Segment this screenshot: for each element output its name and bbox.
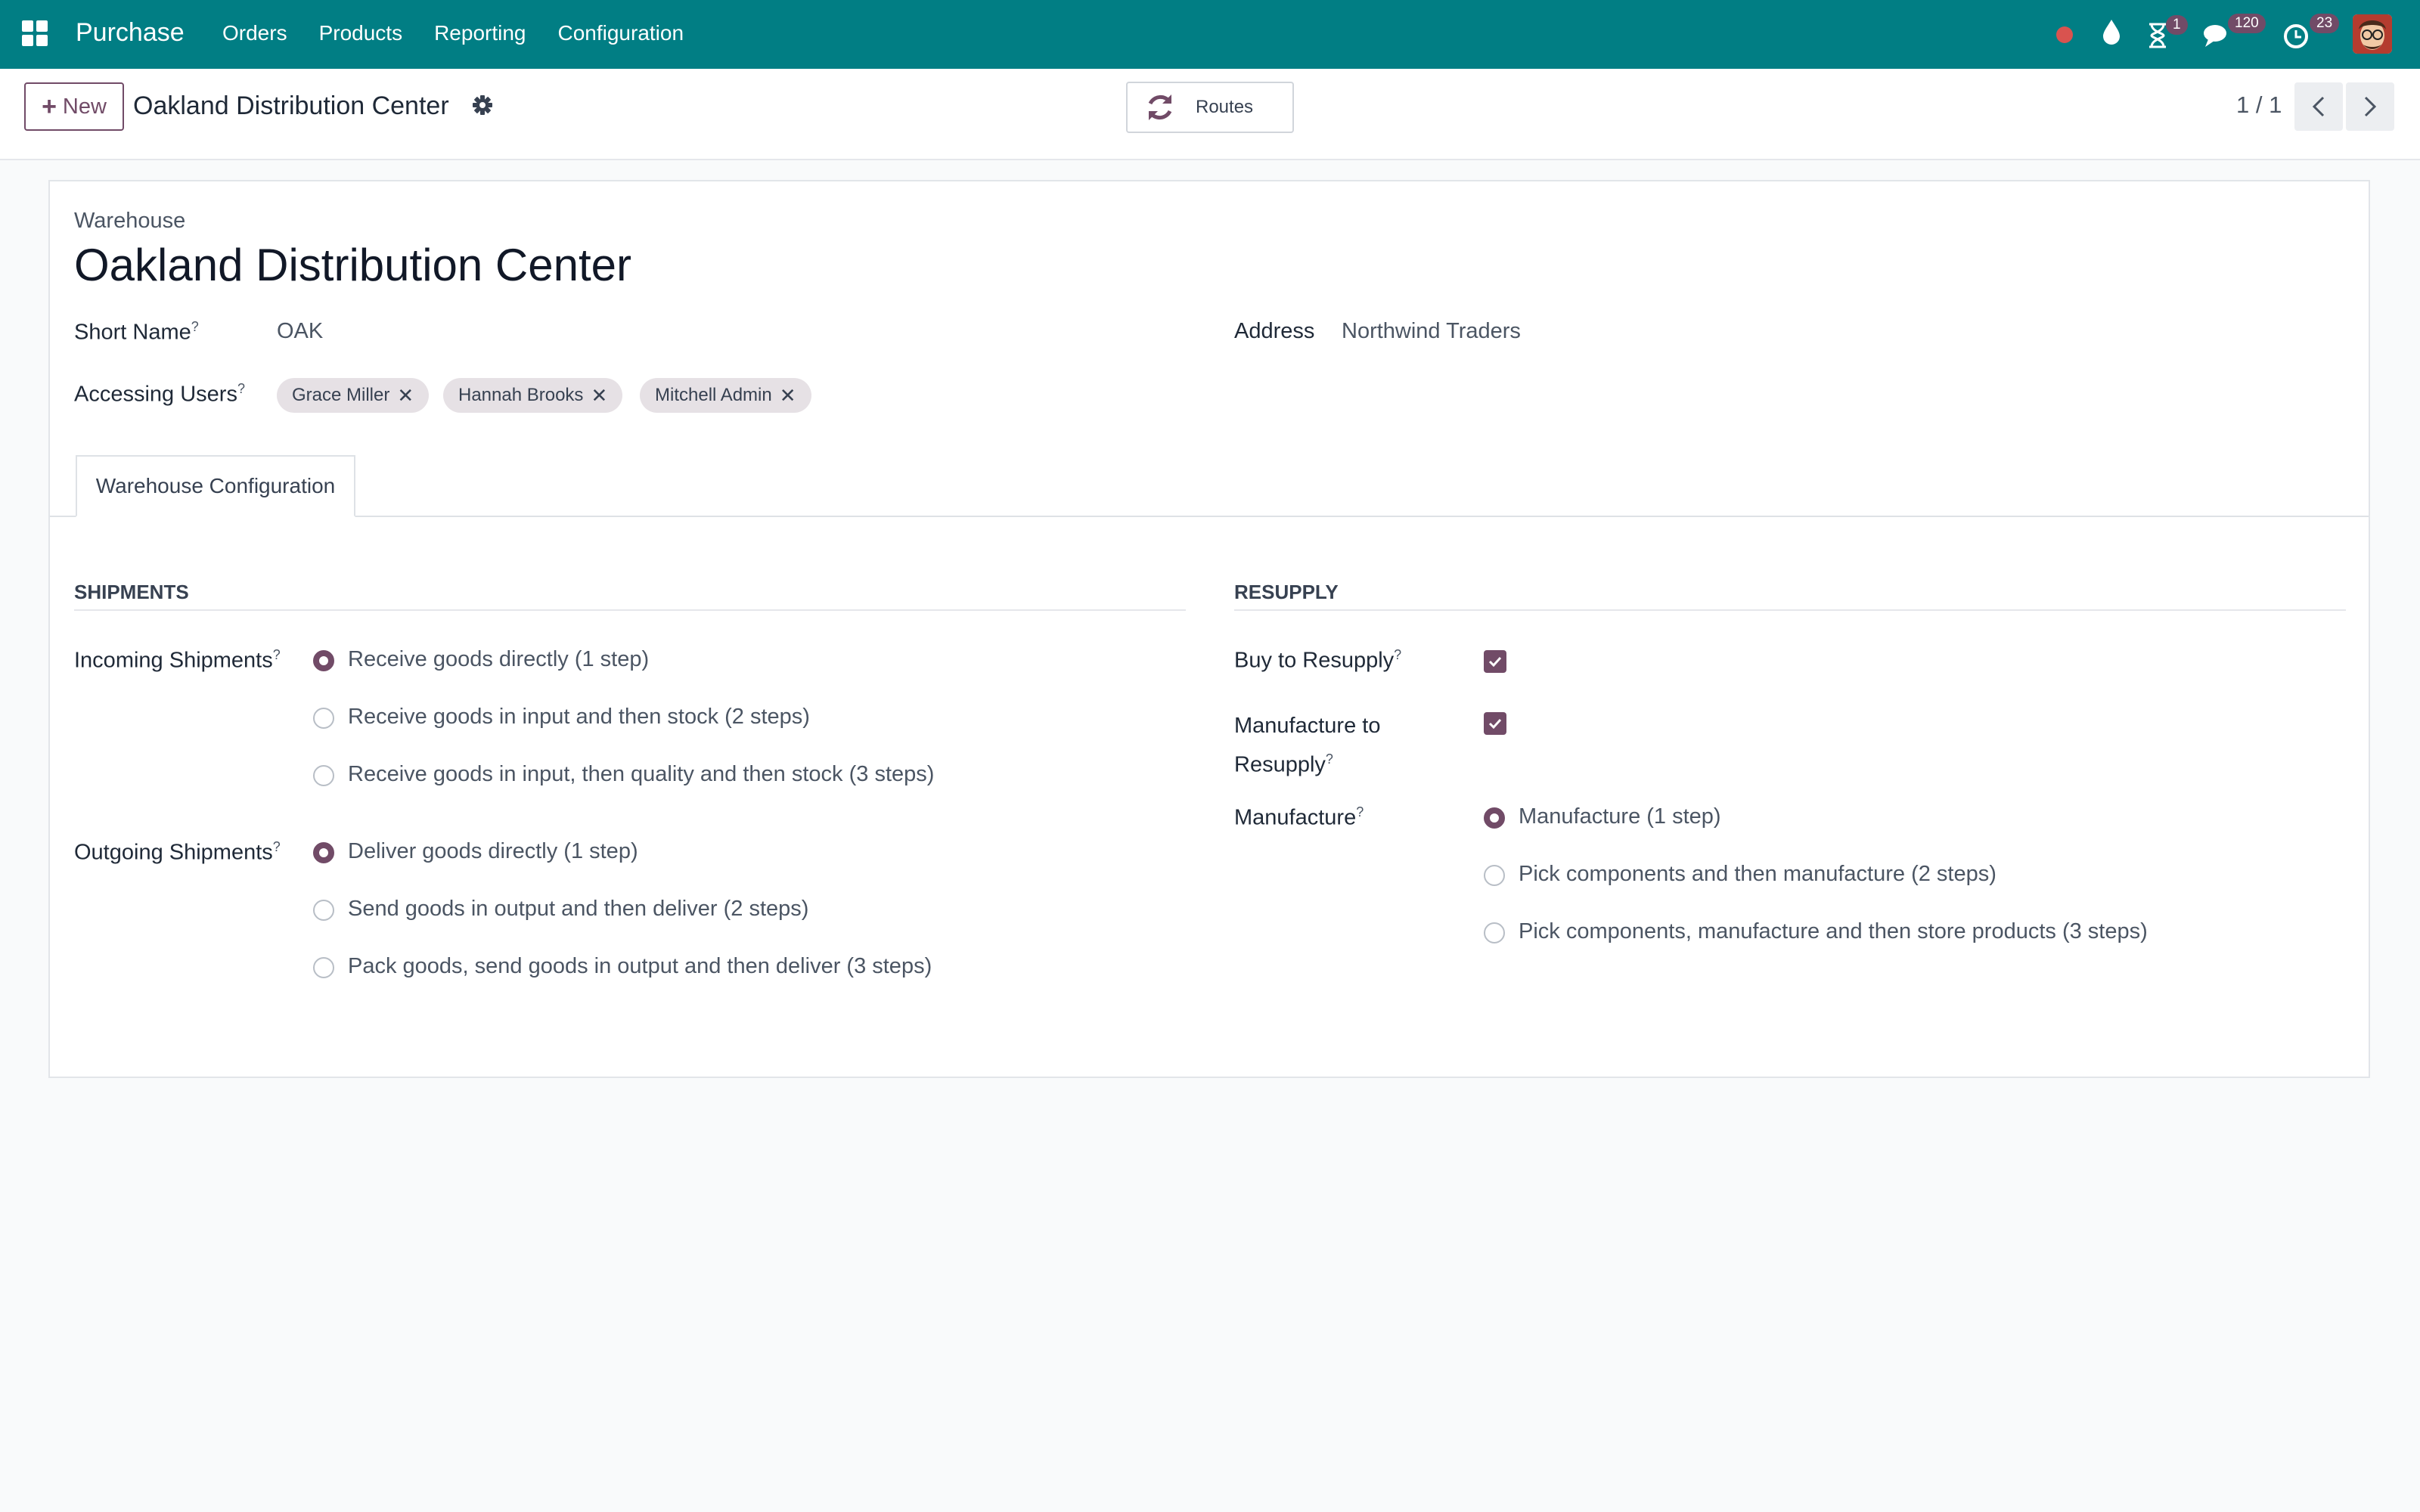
manufacture-to-resupply-label-line-1: Manufacture to	[1234, 714, 1381, 738]
user-tag-label: Hannah Brooks	[458, 385, 584, 405]
checkmark-icon	[1488, 656, 1502, 668]
incoming-shipments-label-text: Incoming Shipments	[74, 648, 273, 673]
menu-configuration[interactable]: Configuration	[557, 21, 684, 45]
pager-value[interactable]: 1 / 1	[2236, 91, 2282, 119]
manufacture-label-text: Manufacture	[1234, 805, 1357, 830]
main-menu: Orders Products Reporting Configuration	[222, 21, 715, 45]
chevron-left-icon	[2312, 96, 2325, 117]
user-avatar[interactable]	[2353, 14, 2392, 54]
address-label: Address	[1234, 319, 1315, 343]
app-name[interactable]: Purchase	[76, 18, 185, 48]
menu-reporting[interactable]: Reporting	[434, 21, 526, 45]
manufacture-option-2-label[interactable]: Pick components and then manufacture (2 …	[1519, 862, 1996, 887]
activity-badge: 1	[2166, 15, 2188, 35]
outgoing-shipments-label: Outgoing Shipments?	[74, 839, 281, 866]
outgoing-option-3-label[interactable]: Pack goods, send goods in output and the…	[348, 954, 932, 979]
routes-label: Routes	[1196, 97, 1254, 117]
messages-badge: 120	[2228, 14, 2266, 33]
outgoing-option-1-radio[interactable]	[313, 842, 334, 863]
manufacture-help-icon[interactable]: ?	[1356, 804, 1364, 820]
short-name-help-icon[interactable]: ?	[191, 319, 199, 334]
gear-icon[interactable]	[472, 94, 493, 116]
messages-button[interactable]: 120	[2202, 14, 2278, 48]
outgoing-shipments-label-text: Outgoing Shipments	[74, 840, 273, 865]
menu-products[interactable]: Products	[319, 21, 403, 45]
checkmark-icon	[1488, 718, 1502, 730]
recording-dot-icon[interactable]	[2055, 26, 2074, 44]
top-navbar: Purchase Orders Products Reporting Confi…	[0, 0, 2420, 69]
user-tag-label: Grace Miller	[292, 385, 390, 405]
manufacture-to-resupply-help-icon[interactable]: ?	[1326, 751, 1333, 767]
buy-to-resupply-checkbox[interactable]	[1484, 650, 1506, 673]
plus-icon: +	[42, 92, 57, 121]
outgoing-option-2-label[interactable]: Send goods in output and then deliver (2…	[348, 897, 808, 922]
model-label: Warehouse	[74, 209, 186, 233]
short-name-field[interactable]: OAK	[277, 319, 323, 344]
chevron-right-icon	[2364, 96, 2377, 117]
outgoing-option-3-radio[interactable]	[313, 957, 334, 978]
incoming-option-3-radio[interactable]	[313, 765, 334, 786]
accessing-users-label: Accessing Users?	[74, 381, 245, 407]
incoming-option-3-label[interactable]: Receive goods in input, then quality and…	[348, 762, 934, 787]
new-button-label: New	[62, 94, 107, 119]
clock-icon	[2284, 24, 2308, 48]
shipments-section-title: SHIPMENTS	[74, 581, 189, 603]
user-tag-hannah-brooks: Hannah Brooks ✕	[443, 378, 623, 413]
refresh-icon	[1148, 94, 1172, 120]
incoming-option-2-radio[interactable]	[313, 708, 334, 729]
remove-tag-icon[interactable]: ✕	[591, 384, 607, 407]
manufacture-to-resupply-label-line-2: Resupply	[1234, 752, 1326, 777]
user-tag-grace-miller: Grace Miller ✕	[277, 378, 430, 413]
user-avatar-image	[2353, 14, 2392, 54]
incoming-shipments-help-icon[interactable]: ?	[273, 647, 281, 662]
manufacture-option-1-radio[interactable]	[1484, 807, 1505, 829]
outgoing-shipments-help-icon[interactable]: ?	[273, 839, 281, 854]
buy-to-resupply-label-text: Buy to Resupply	[1234, 648, 1395, 673]
form-sheet: Warehouse Oakland Distribution Center Sh…	[48, 180, 2370, 1078]
activities-badge: 23	[2310, 14, 2340, 33]
remove-tag-icon[interactable]: ✕	[780, 384, 796, 407]
tab-warehouse-configuration[interactable]: Warehouse Configuration	[76, 455, 355, 517]
buy-to-resupply-label: Buy to Resupply?	[1234, 647, 1401, 674]
shipments-separator	[74, 609, 1186, 611]
manufacture-option-1-label[interactable]: Manufacture (1 step)	[1519, 804, 1721, 829]
drop-icon[interactable]	[2101, 18, 2122, 45]
menu-orders[interactable]: Orders	[222, 21, 287, 45]
apps-grid-icon[interactable]	[22, 20, 48, 46]
routes-smart-button[interactable]: Routes	[1126, 82, 1294, 133]
tab-strip-border	[50, 516, 2369, 517]
control-panel: + New Oakland Distribution Center Routes…	[0, 69, 2420, 160]
short-name-label: Short Name?	[74, 319, 199, 345]
short-name-label-text: Short Name	[74, 320, 191, 345]
activity-timer[interactable]: 1	[2146, 15, 2207, 50]
manufacture-option-2-radio[interactable]	[1484, 865, 1505, 886]
manufacture-option-3-radio[interactable]	[1484, 922, 1505, 943]
buy-to-resupply-help-icon[interactable]: ?	[1394, 647, 1401, 662]
accessing-users-label-text: Accessing Users	[74, 382, 237, 407]
accessing-users-help-icon[interactable]: ?	[237, 381, 245, 396]
resupply-section-title: RESUPPLY	[1234, 581, 1339, 603]
remove-tag-icon[interactable]: ✕	[397, 384, 414, 407]
outgoing-option-1-label[interactable]: Deliver goods directly (1 step)	[348, 839, 638, 864]
pager-previous-button[interactable]	[2294, 82, 2343, 131]
outgoing-option-2-radio[interactable]	[313, 900, 334, 921]
user-tag-label: Mitchell Admin	[655, 385, 772, 405]
manufacture-to-resupply-checkbox[interactable]	[1484, 712, 1506, 735]
new-button[interactable]: + New	[24, 82, 124, 131]
activities-button[interactable]: 23	[2282, 14, 2350, 48]
warehouse-name-field[interactable]: Oakland Distribution Center	[74, 239, 631, 291]
address-field[interactable]: Northwind Traders	[1342, 319, 1521, 344]
incoming-option-1-label[interactable]: Receive goods directly (1 step)	[348, 647, 649, 672]
incoming-shipments-label: Incoming Shipments?	[74, 647, 281, 674]
manufacture-to-resupply-label: Manufacture to Resupply?	[1234, 709, 1380, 782]
pager-next-button[interactable]	[2346, 82, 2394, 131]
breadcrumb-record-title: Oakland Distribution Center	[133, 91, 449, 120]
resupply-separator	[1234, 609, 2346, 611]
incoming-option-2-label[interactable]: Receive goods in input and then stock (2…	[348, 705, 810, 730]
user-tag-mitchell-admin: Mitchell Admin ✕	[640, 378, 811, 413]
incoming-option-1-radio[interactable]	[313, 650, 334, 671]
manufacture-label: Manufacture?	[1234, 804, 1364, 831]
manufacture-option-3-label[interactable]: Pick components, manufacture and then st…	[1519, 919, 2148, 944]
